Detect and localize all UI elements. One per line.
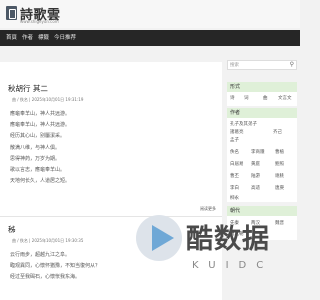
widget-header-authors: 作者 — [227, 108, 297, 118]
nav-item-today[interactable]: 今日推荐 — [54, 33, 76, 41]
poem-line: 云行雨步，超越九江之阜。 — [10, 252, 71, 258]
poem-line: 臨观異同，心懷怀猶豫，不知当復何从？ — [10, 263, 101, 270]
post-title[interactable]: 秭 — [8, 224, 16, 235]
post-excerpt: 云行雨步，超越九江之阜。 臨观異同，心懷怀猶豫，不知当復何从？ 经过至我碣石，心… — [10, 250, 100, 284]
post-meta: 曲 / 佚名 | 2025年10月01日 19:30:35 — [12, 238, 84, 243]
post-card: 秋胡行 其二 曲 / 佚名 | 2025年10月01日 19:31:19 應龜奉… — [8, 83, 216, 233]
search-box: ⚲ — [227, 60, 297, 70]
widget-title: 朝代 — [230, 208, 241, 214]
poem-line: 天地何长久，人道居之短。 — [10, 178, 71, 185]
widget-title: 形式 — [230, 84, 241, 90]
poem-line: 经历其心山，别屬潔采。 — [10, 133, 66, 140]
tag-link[interactable]: 孔子及其弟子 — [230, 121, 257, 127]
watermark-subtext: KUIDC — [192, 260, 274, 271]
poem-line: 歌以言志，應龜奉羊山。 — [10, 166, 66, 173]
search-input[interactable] — [230, 62, 280, 69]
post-title[interactable]: 秋胡行 其二 — [8, 83, 48, 94]
tag-link[interactable]: 诗 — [230, 95, 235, 101]
read-more-link[interactable]: 阅读更多 — [200, 206, 216, 212]
widget-authors: 孔子及其弟子 諸葛亮 齐己 孟子 佚名 李商隱 曹植 白居易 黄庭 鲍照 曹丕 … — [227, 118, 297, 202]
tag-link[interactable]: 鲍照 — [275, 161, 284, 167]
main-nav: 首頁 作者 標籤 今日推荐 — [0, 30, 300, 46]
poem-line: 應龜奉羊山，神人共远游。 — [10, 122, 71, 129]
site-logo[interactable]: 詩歌雲 www.shigeyun.com — [6, 4, 66, 24]
book-icon — [6, 6, 17, 20]
watermark-text: 酷数据 — [186, 224, 270, 255]
poem-line: 经过至我碣石，心懷怅我东海。 — [10, 274, 81, 281]
tag-link[interactable]: 曹丕 — [230, 173, 239, 179]
poem-line: 應龜奉羊山，神人共远游。 — [10, 111, 71, 117]
tag-link[interactable]: 佚名 — [230, 149, 239, 155]
nav-item-home[interactable]: 首頁 — [6, 33, 17, 41]
tag-link[interactable]: 白居易 — [230, 161, 244, 167]
widget-header-form: 形式 — [227, 82, 297, 92]
tag-link[interactable]: 曹植 — [275, 149, 284, 155]
site-header: 詩歌雲 www.shigeyun.com — [0, 0, 300, 28]
widget-title: 作者 — [230, 110, 241, 116]
tag-link[interactable]: 李白 — [230, 185, 239, 191]
nav-item-tags[interactable]: 標籤 — [38, 33, 49, 41]
post-excerpt: 應龜奉羊山，神人共远游。 應龜奉羊山，神人共远游。 经历其心山，别屬潔采。 散满… — [10, 109, 70, 187]
tag-link[interactable]: 孟子 — [230, 137, 239, 143]
tag-link[interactable]: 谢朓 — [275, 173, 284, 179]
tag-link[interactable]: 柳永 — [230, 195, 239, 201]
nav-item-authors[interactable]: 作者 — [22, 33, 33, 41]
tag-link[interactable]: 齐己 — [273, 129, 282, 135]
widget-form: 诗 词 曲 文言文 — [227, 92, 297, 106]
tag-link[interactable]: 唐庚 — [275, 185, 284, 191]
tag-link[interactable]: 文言文 — [278, 95, 292, 101]
tag-link[interactable]: 黄庭 — [251, 161, 260, 167]
tag-link[interactable]: 曲 — [263, 95, 268, 101]
tag-link[interactable]: 諸葛亮 — [230, 129, 244, 135]
post-meta: 曲 / 佚名 | 2025年10月01日 19:31:19 — [12, 97, 84, 102]
poem-line: 散满八维，与神人俱。 — [10, 144, 61, 151]
tag-link[interactable]: 李商隱 — [251, 149, 265, 155]
play-triangle-icon — [152, 225, 174, 251]
watermark: 酷数据 KUIDC — [128, 215, 300, 300]
tag-link[interactable]: 高适 — [251, 185, 260, 191]
poem-line: 思得神药，万岁为期。 — [10, 155, 61, 162]
tag-link[interactable]: 陆游 — [251, 173, 260, 179]
site-subtitle: www.shigeyun.com — [20, 19, 59, 24]
search-icon[interactable]: ⚲ — [290, 61, 294, 68]
tag-link[interactable]: 词 — [244, 95, 249, 101]
